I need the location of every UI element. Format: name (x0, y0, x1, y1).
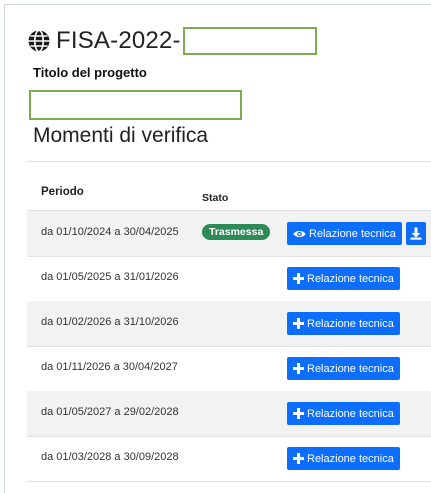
table-row: da 01/05/2027 a 29/02/2028 Relazione tec… (27, 391, 431, 437)
project-code: FISA-2022- (56, 27, 181, 54)
section-title: Momenti di verifica (33, 124, 209, 147)
button-label: Relazione tecnica (307, 452, 394, 465)
eye-icon (293, 229, 306, 239)
column-header-period: Periodo (41, 186, 84, 198)
column-header-state: Stato (202, 192, 229, 204)
table-header: Periodo Stato (27, 176, 431, 211)
button-label: Relazione tecnica (307, 407, 394, 420)
period-cell: da 01/10/2024 a 30/04/2025 (41, 226, 179, 238)
add-report-button[interactable]: Relazione tecnica (287, 402, 400, 425)
plus-icon (293, 273, 304, 284)
add-report-button[interactable]: Relazione tecnica (287, 357, 400, 380)
redacted-code-box (182, 27, 317, 55)
button-label: Relazione tecnica (307, 317, 394, 330)
table-row: da 01/05/2025 a 31/01/2026 Relazione tec… (27, 256, 431, 302)
table-row: da 01/03/2028 a 30/09/2028 Relazione tec… (27, 436, 431, 482)
divider (27, 161, 431, 162)
table-row: da 01/02/2026 a 31/10/2026 Relazione tec… (27, 301, 431, 347)
period-cell: da 01/11/2026 a 30/04/2027 (41, 361, 178, 373)
period-cell: da 01/05/2025 a 31/01/2026 (41, 271, 179, 283)
project-title-label: Titolo del progetto (33, 65, 147, 80)
project-header: FISA-2022- (27, 27, 317, 55)
view-report-button[interactable]: Relazione tecnica (287, 222, 402, 245)
download-button[interactable] (406, 222, 426, 245)
status-badge: Trasmessa (202, 224, 271, 240)
download-icon (410, 227, 422, 240)
redacted-title-box (29, 90, 242, 120)
plus-icon (293, 318, 304, 329)
add-report-button[interactable]: Relazione tecnica (287, 267, 400, 290)
button-label: Relazione tecnica (309, 227, 396, 240)
period-cell: da 01/02/2026 a 31/10/2026 (41, 316, 179, 328)
period-cell: da 01/03/2028 a 30/09/2028 (41, 451, 179, 463)
add-report-button[interactable]: Relazione tecnica (287, 447, 400, 470)
plus-icon (293, 453, 304, 464)
period-cell: da 01/05/2027 a 29/02/2028 (41, 406, 179, 418)
table-row: da 01/11/2026 a 30/04/2027 Relazione tec… (27, 346, 431, 392)
add-report-button[interactable]: Relazione tecnica (287, 312, 400, 335)
globe-icon (28, 29, 50, 53)
plus-icon (293, 408, 304, 419)
plus-icon (293, 363, 304, 374)
button-label: Relazione tecnica (307, 272, 394, 285)
table-row: da 01/10/2024 a 30/04/2025 Trasmessa Rel… (27, 211, 431, 257)
button-label: Relazione tecnica (307, 362, 394, 375)
